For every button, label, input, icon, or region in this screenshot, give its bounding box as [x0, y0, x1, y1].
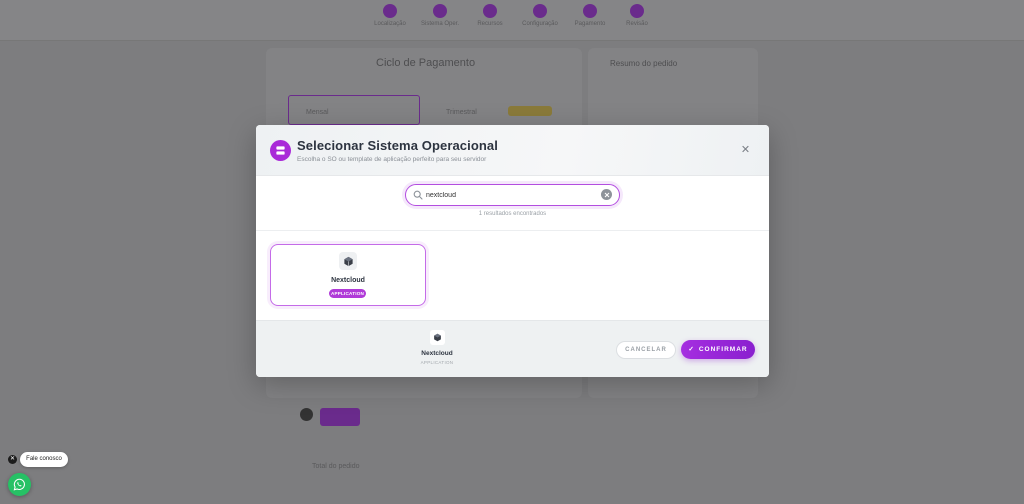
step-dot: [533, 4, 547, 18]
os-card-name: Nextcloud: [331, 277, 365, 284]
nextcloud-icon: [339, 252, 357, 270]
selected-os-name: Nextcloud: [421, 350, 453, 357]
divider: [256, 230, 769, 231]
checkout-steps: Localização Sistema Oper. Recursos Confi…: [0, 4, 1024, 38]
clear-search-icon[interactable]: [601, 189, 612, 200]
confirm-label: CONFIRMAR: [698, 346, 748, 353]
step-dot: [483, 4, 497, 18]
step-dot: [583, 4, 597, 18]
result-count: 1 resultados encontrados: [478, 211, 547, 217]
background-lower-title: Total do pedido: [312, 463, 360, 470]
server-icon: [270, 140, 291, 161]
step-label: Revisão: [626, 21, 648, 27]
selected-os-type: APPLICATION: [420, 360, 454, 365]
background-section-title: Ciclo de Pagamento: [376, 57, 476, 69]
select-os-modal: Selecionar Sistema Operacional Escolha o…: [256, 125, 769, 377]
nextcloud-icon: [430, 330, 445, 345]
step-dot: [630, 4, 644, 18]
background-option-label: Mensal: [306, 109, 329, 116]
chat-close-icon[interactable]: ✕: [8, 455, 17, 464]
modal-title: Selecionar Sistema Operacional: [297, 138, 498, 153]
modal-subtitle: Escolha o SO ou template de aplicação pe…: [297, 156, 487, 163]
search-icon: [413, 190, 423, 200]
step-dot: [433, 4, 447, 18]
confirm-button[interactable]: ✓ CONFIRMAR: [681, 340, 755, 359]
modal-footer: Nextcloud APPLICATION CANCELAR ✓ CONFIRMA…: [256, 320, 769, 377]
search-box[interactable]: [405, 184, 620, 206]
chat-label[interactable]: Fale conosco: [20, 452, 68, 467]
whatsapp-icon[interactable]: [8, 473, 31, 496]
background-chip: [320, 408, 360, 426]
step-dot: [383, 4, 397, 18]
search-input[interactable]: [426, 188, 596, 202]
background-option-label: Trimestral: [446, 109, 477, 116]
os-card-nextcloud[interactable]: Nextcloud APPLICATION: [270, 244, 426, 306]
modal-header: Selecionar Sistema Operacional Escolha o…: [256, 125, 769, 176]
close-icon[interactable]: ✕: [740, 145, 751, 156]
cancel-button[interactable]: CANCELAR: [616, 341, 676, 359]
check-icon: ✓: [688, 346, 695, 353]
background-avatar: [300, 408, 313, 421]
background-side-title: Resumo do pedido: [610, 59, 678, 68]
step-6: Revisão: [607, 4, 667, 27]
os-card-type-badge: APPLICATION: [329, 289, 366, 298]
background-badge: [508, 106, 552, 116]
